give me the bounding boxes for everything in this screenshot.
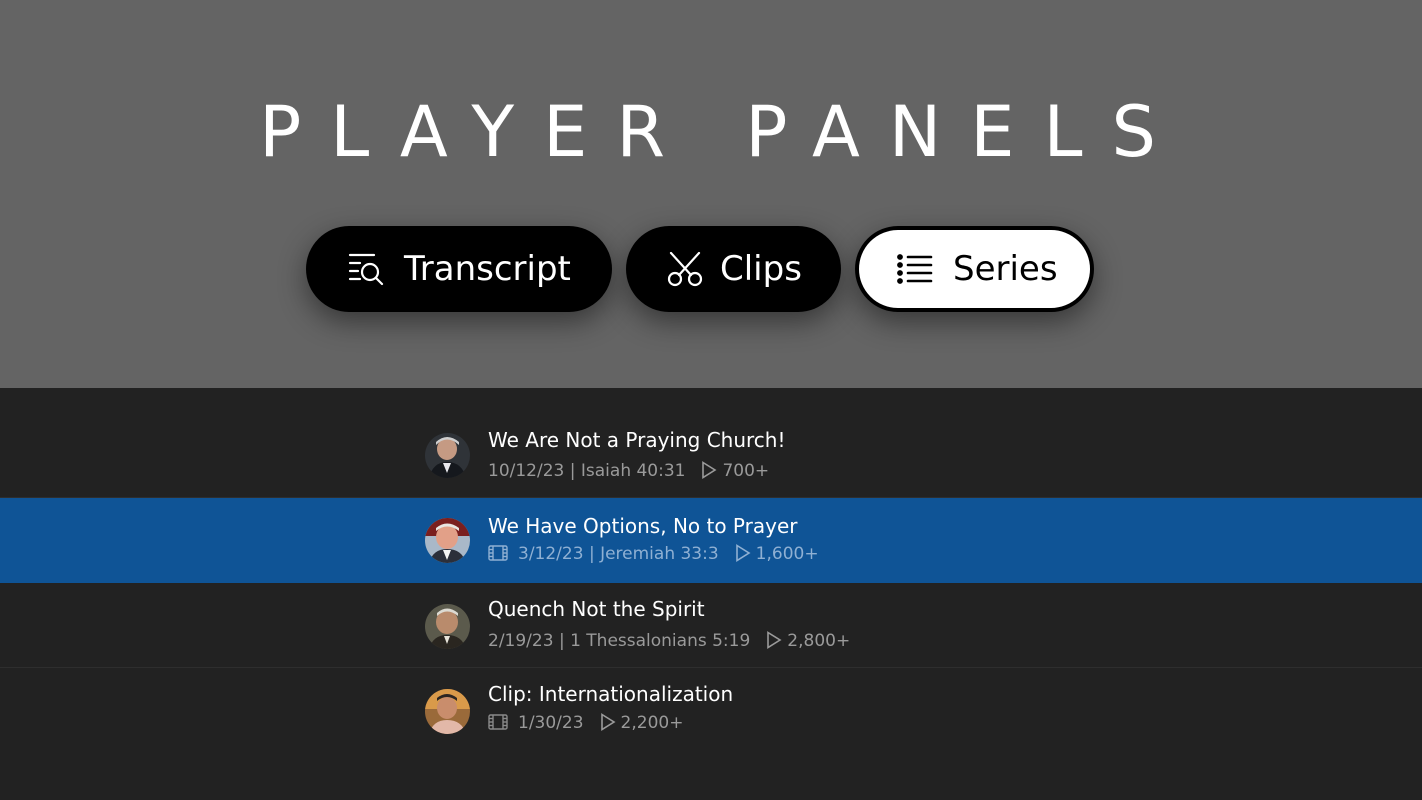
list-item-meta: 1/30/23 2,200+ [488,711,683,735]
list-item-title: We Have Options, No to Prayer [488,514,798,538]
list-item-title: Quench Not the Spirit [488,597,705,621]
play-icon [702,460,717,479]
avatar [425,518,470,563]
list-item-meta: 2/19/23 | 1 Thessalonians 5:19 2,800+ [488,629,850,653]
list-item-views: 700+ [722,461,770,481]
list-item-views: 2,200+ [620,713,684,733]
list-item-meta: 3/12/23 | Jeremiah 33:3 1,600+ [488,542,819,566]
avatar [425,604,470,649]
avatar [425,689,470,734]
list-item[interactable]: We Have Options, No to Prayer 3/12/23 | … [0,498,1422,583]
player-panels-header: PLAYER PANELS Transcript Clips Series [0,0,1422,388]
list-item-date-reference: 1/30/23 [518,713,584,733]
list-item-date-reference: 3/12/23 | Jeremiah 33:3 [518,544,719,564]
tab-clips[interactable]: Clips [626,226,841,312]
play-icon [600,712,616,731]
scissors-icon [667,251,703,287]
list-item-title: We Are Not a Praying Church! [488,428,786,452]
page-title: PLAYER PANELS [259,91,1185,173]
list-item-date-reference: 10/12/23 | Isaiah 40:31 [488,461,686,481]
list-item-title: Clip: Internationalization [488,682,734,706]
list-item[interactable]: Clip: Internationalization 1/30/23 2,200+ [0,668,1422,752]
list-item-views: 1,600+ [755,544,819,564]
tab-series[interactable]: Series [855,226,1094,312]
play-icon [735,543,751,562]
transcript-search-icon [348,253,384,286]
list-item-meta: 10/12/23 | Isaiah 40:31 700+ [488,459,769,483]
list-item-date-reference: 2/19/23 | 1 Thessalonians 5:19 [488,631,751,651]
panel-tabs: Transcript Clips Series [0,226,1422,312]
list-item-views: 2,800+ [787,631,851,651]
tab-series-label: Series [953,249,1058,289]
list-icon [897,254,933,284]
tab-clips-label: Clips [720,249,802,289]
avatar [425,433,470,478]
list-item[interactable]: Quench Not the Spirit 2/19/23 | 1 Thessa… [0,583,1422,668]
play-icon [767,630,782,649]
series-list: We Are Not a Praying Church! 10/12/23 | … [0,413,1422,752]
tab-transcript[interactable]: Transcript [306,226,612,312]
video-film-icon [488,544,508,561]
tab-transcript-label: Transcript [404,249,571,289]
list-item[interactable]: We Are Not a Praying Church! 10/12/23 | … [0,413,1422,498]
video-film-icon [488,713,508,730]
